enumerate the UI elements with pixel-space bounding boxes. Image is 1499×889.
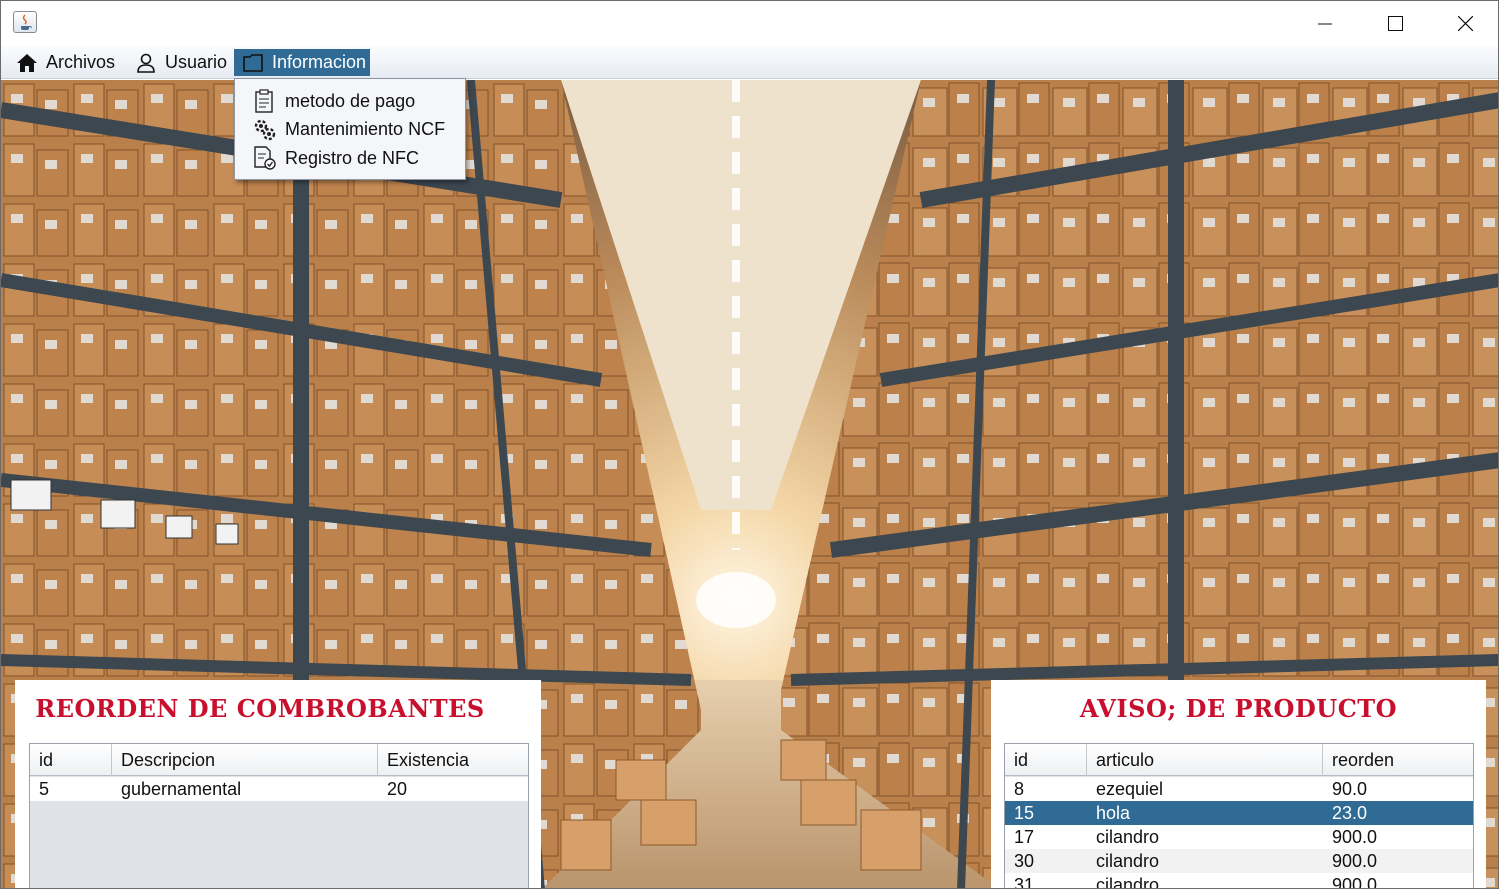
folder-icon <box>242 52 264 74</box>
cell-reorden: 90.0 <box>1332 779 1368 799</box>
close-icon <box>1457 16 1473 31</box>
column-header-articulo[interactable]: articulo <box>1087 744 1323 776</box>
menu-informacion[interactable]: Informacion <box>234 49 370 76</box>
table-row[interactable]: 31 cilandro 900.0 <box>1005 873 1473 889</box>
table-row-selected[interactable]: 15 hola 23.0 <box>1005 801 1473 825</box>
menu-informacion-label: Informacion <box>272 52 367 72</box>
clipboard-icon <box>251 88 277 114</box>
minimize-icon <box>1318 23 1332 24</box>
menu-item-label: metodo de pago <box>285 90 416 111</box>
home-icon <box>16 52 38 74</box>
cell-descripcion: gubernamental <box>121 779 242 799</box>
cell-existencia: 20 <box>387 779 408 799</box>
menu-item-label: Mantenimiento NCF <box>285 118 446 139</box>
cell-id: 15 <box>1014 803 1035 823</box>
cell-reorden: 900.0 <box>1332 875 1378 889</box>
cell-reorden: 900.0 <box>1332 827 1378 847</box>
table-header: id Descripcion Existencia <box>30 744 528 776</box>
cell-id: 8 <box>1014 779 1025 799</box>
cell-id: 17 <box>1014 827 1035 847</box>
cell-articulo: cilandro <box>1096 851 1160 871</box>
maximize-button[interactable] <box>1360 1 1430 46</box>
cell-reorden: 900.0 <box>1332 851 1378 871</box>
menu-item-label: Registro de NFC <box>285 147 420 168</box>
cell-id: 30 <box>1014 851 1035 871</box>
reorder-receipts-panel: REORDEN DE COMBROBANTES id Descripcion E… <box>15 680 541 888</box>
table-row[interactable]: 17 cilandro 900.0 <box>1005 825 1473 849</box>
document-check-icon <box>251 145 277 171</box>
table-row[interactable]: 30 cilandro 900.0 <box>1005 849 1473 873</box>
table-row[interactable]: 5 gubernamental 20 <box>30 777 528 801</box>
menu-bar: Archivos Usuario Informacion <box>1 46 1498 79</box>
cell-id: 5 <box>39 779 50 799</box>
column-header-reorden[interactable]: reorden <box>1323 744 1473 776</box>
close-button[interactable] <box>1430 1 1498 46</box>
product-notice-panel: AVISO; DE PRODUCTO id articulo reorden 8… <box>991 680 1486 889</box>
cell-articulo: ezequiel <box>1096 779 1164 799</box>
menu-usuario-label: Usuario <box>165 52 228 72</box>
table-row[interactable]: 8 ezequiel 90.0 <box>1005 777 1473 801</box>
cell-id: 31 <box>1014 875 1035 889</box>
column-header-descripcion[interactable]: Descripcion <box>112 744 378 776</box>
reorder-receipts-title: REORDEN DE COMBROBANTES <box>35 694 485 723</box>
app-window: Archivos Usuario Informacion REORDEN DE … <box>0 0 1499 889</box>
user-icon <box>135 52 157 74</box>
reorder-receipts-table[interactable]: id Descripcion Existencia 5 gubernamenta… <box>29 743 529 888</box>
cell-articulo: cilandro <box>1096 875 1160 889</box>
cell-articulo: hola <box>1096 803 1131 823</box>
menu-item-metodo-de-pago[interactable]: metodo de pago <box>235 87 465 115</box>
cell-articulo: cilandro <box>1096 827 1160 847</box>
product-notice-table[interactable]: id articulo reorden 8 ezequiel 90.0 15 h… <box>1004 743 1474 889</box>
menu-item-mantenimiento-ncf[interactable]: Mantenimiento NCF <box>235 115 465 143</box>
menu-archivos[interactable]: Archivos <box>16 49 126 76</box>
menu-usuario[interactable]: Usuario <box>135 49 233 76</box>
informacion-dropdown-menu: metodo de pago Mantenimiento NCF Registr… <box>234 78 466 180</box>
title-bar <box>1 1 1498 46</box>
java-app-icon <box>13 11 37 33</box>
maximize-icon <box>1387 16 1403 31</box>
column-header-id[interactable]: id <box>1005 744 1087 776</box>
column-header-existencia[interactable]: Existencia <box>378 744 528 776</box>
column-header-id[interactable]: id <box>30 744 112 776</box>
gears-icon <box>251 116 277 142</box>
menu-archivos-label: Archivos <box>46 52 116 72</box>
minimize-button[interactable] <box>1290 1 1360 46</box>
product-notice-title: AVISO; DE PRODUCTO <box>1079 694 1398 723</box>
cell-reorden: 23.0 <box>1332 803 1368 823</box>
table-header: id articulo reorden <box>1005 744 1473 776</box>
menu-item-registro-de-nfc[interactable]: Registro de NFC <box>235 144 465 172</box>
